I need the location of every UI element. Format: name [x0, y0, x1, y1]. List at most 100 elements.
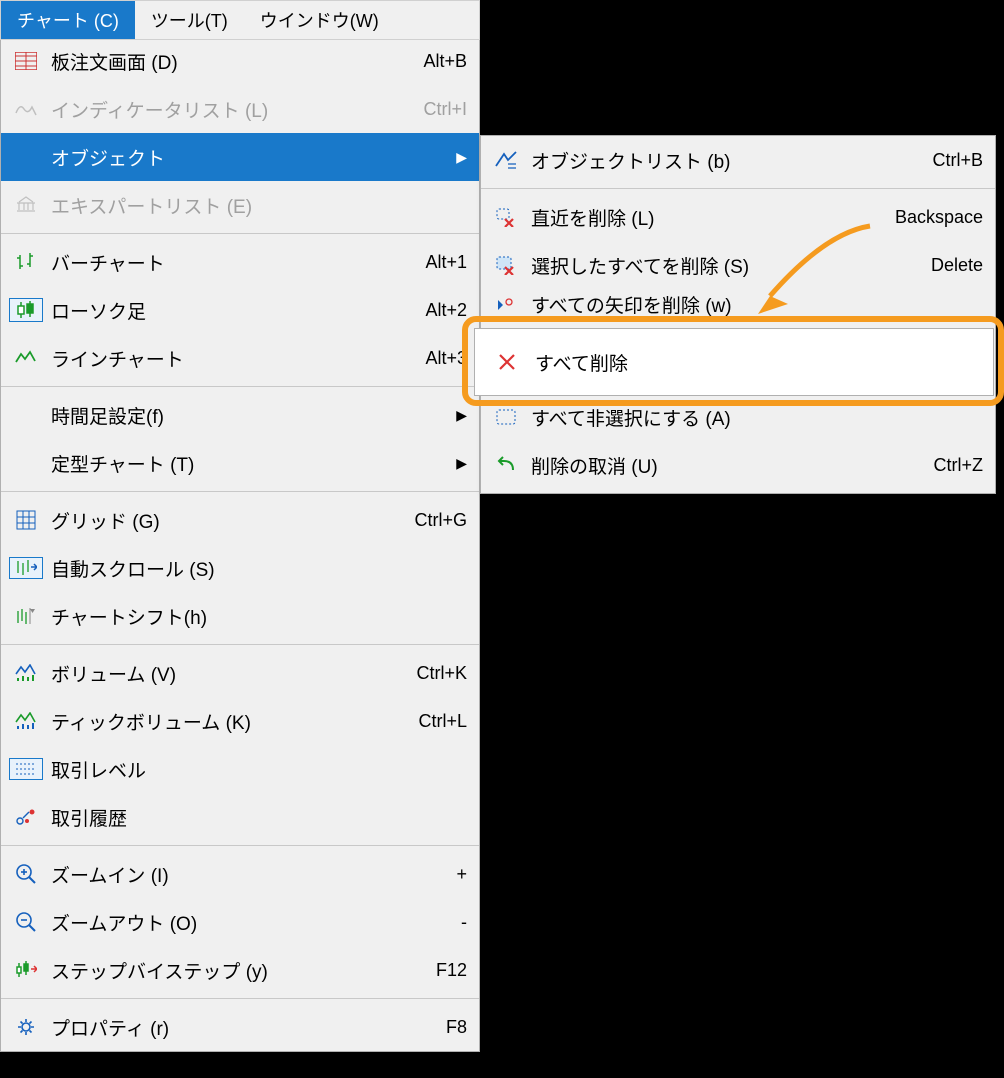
menu-separator	[1, 644, 479, 645]
menu-tick-volume[interactable]: ティックボリューム (K) Ctrl+L	[1, 697, 479, 745]
menu-line-chart[interactable]: ラインチャート Alt+3	[1, 334, 479, 382]
menu-candlestick[interactable]: ローソク足 Alt+2	[1, 286, 479, 334]
submenu-delete-selected[interactable]: 選択したすべてを削除 (S) Delete	[481, 241, 995, 289]
submenu-delete-recent-shortcut: Backspace	[885, 207, 983, 228]
menu-indicator-list-shortcut: Ctrl+I	[413, 99, 467, 120]
auto-scroll-icon	[9, 557, 43, 579]
menu-properties[interactable]: プロパティ (r) F8	[1, 1003, 479, 1051]
volume-icon	[9, 664, 43, 682]
menubar-chart-label: チャート (C)	[17, 11, 119, 31]
submenu-deselect-all[interactable]: すべて非選択にする (A)	[481, 393, 995, 441]
submenu-undo-delete[interactable]: 削除の取消 (U) Ctrl+Z	[481, 441, 995, 489]
menu-zoom-in-shortcut: +	[446, 864, 467, 885]
menu-grid[interactable]: グリッド (G) Ctrl+G	[1, 496, 479, 544]
menu-bar-chart[interactable]: バーチャート Alt+1	[1, 238, 479, 286]
menu-separator	[481, 188, 995, 189]
menu-template[interactable]: 定型チャート (T) ▶	[1, 439, 479, 487]
menu-objects[interactable]: オブジェクト ▶	[1, 133, 479, 181]
menu-properties-label: プロパティ (r)	[43, 1014, 436, 1041]
menu-order-screen-shortcut: Alt+B	[413, 51, 467, 72]
menu-timeframe-label: 時間足設定(f)	[43, 402, 446, 429]
menu-auto-scroll-label: 自動スクロール (S)	[43, 555, 467, 582]
menu-zoom-out-label: ズームアウト (O)	[43, 909, 451, 936]
menu-order-screen-label: 板注文画面 (D)	[43, 48, 413, 75]
submenu-delete-all-label: すべて削除	[517, 349, 981, 376]
menu-step-by-step[interactable]: ステップバイステップ (y) F12	[1, 946, 479, 994]
menu-tick-volume-label: ティックボリューム (K)	[43, 708, 408, 735]
menu-volume-shortcut: Ctrl+K	[406, 663, 467, 684]
menu-expert-list: エキスパートリスト (E)	[1, 181, 479, 229]
menu-zoom-in[interactable]: ズームイン (I) +	[1, 850, 479, 898]
delete-arrows-icon	[489, 297, 523, 311]
menu-line-chart-label: ラインチャート	[43, 345, 415, 372]
menu-trade-level[interactable]: 取引レベル	[1, 745, 479, 793]
menu-trade-history[interactable]: 取引履歴	[1, 793, 479, 841]
menubar-tools[interactable]: ツール(T)	[135, 1, 244, 39]
menu-separator	[1, 998, 479, 999]
delete-all-icon	[483, 352, 517, 372]
menu-bar-chart-shortcut: Alt+1	[415, 252, 467, 273]
menu-grid-shortcut: Ctrl+G	[404, 510, 467, 531]
menubar: チャート (C) ツール(T) ウインドウ(W)	[0, 0, 480, 40]
menu-objects-label: オブジェクト	[43, 144, 446, 171]
objects-submenu: オブジェクトリスト (b) Ctrl+B 直近を削除 (L) Backspace…	[480, 135, 996, 494]
zoom-in-icon	[9, 863, 43, 885]
menu-separator	[1, 491, 479, 492]
zoom-out-icon	[9, 911, 43, 933]
submenu-delete-arrows[interactable]: すべての矢印を削除 (w)	[481, 289, 995, 319]
menu-line-chart-shortcut: Alt+3	[415, 348, 467, 369]
chart-shift-icon	[9, 607, 43, 625]
order-book-icon	[9, 52, 43, 70]
menu-grid-label: グリッド (G)	[43, 507, 404, 534]
menu-auto-scroll[interactable]: 自動スクロール (S)	[1, 544, 479, 592]
expert-icon	[9, 196, 43, 214]
menu-step-by-step-label: ステップバイステップ (y)	[43, 957, 426, 984]
candlestick-icon	[9, 298, 43, 322]
submenu-object-list-shortcut: Ctrl+B	[922, 150, 983, 171]
delete-recent-icon	[489, 207, 523, 227]
menu-indicator-list: インディケータリスト (L) Ctrl+I	[1, 85, 479, 133]
submenu-undo-delete-label: 削除の取消 (U)	[523, 452, 924, 479]
submenu-deselect-all-label: すべて非選択にする (A)	[523, 404, 983, 431]
submenu-object-list[interactable]: オブジェクトリスト (b) Ctrl+B	[481, 136, 995, 184]
indicator-icon	[9, 101, 43, 117]
menu-expert-list-label: エキスパートリスト (E)	[43, 192, 467, 219]
menu-volume[interactable]: ボリューム (V) Ctrl+K	[1, 649, 479, 697]
undo-icon	[489, 456, 523, 474]
menu-properties-shortcut: F8	[436, 1017, 467, 1038]
menu-chart-shift-label: チャートシフト(h)	[43, 603, 467, 630]
menu-chart-shift[interactable]: チャートシフト(h)	[1, 592, 479, 640]
submenu-arrow-icon: ▶	[446, 149, 467, 166]
menu-timeframe[interactable]: 時間足設定(f) ▶	[1, 391, 479, 439]
menu-zoom-out-shortcut: -	[451, 912, 467, 933]
submenu-delete-recent[interactable]: 直近を削除 (L) Backspace	[481, 193, 995, 241]
tick-volume-icon	[9, 712, 43, 730]
chart-menu-dropdown: 板注文画面 (D) Alt+B インディケータリスト (L) Ctrl+I オブ…	[0, 36, 480, 1052]
menu-separator	[1, 233, 479, 234]
menu-step-by-step-shortcut: F12	[426, 960, 467, 981]
delete-selected-icon	[489, 255, 523, 275]
menu-separator	[1, 845, 479, 846]
trade-history-icon	[9, 808, 43, 826]
menu-order-screen[interactable]: 板注文画面 (D) Alt+B	[1, 37, 479, 85]
submenu-delete-all[interactable]: すべて削除	[474, 328, 994, 396]
menu-volume-label: ボリューム (V)	[43, 660, 406, 687]
menu-zoom-in-label: ズームイン (I)	[43, 861, 446, 888]
menu-trade-level-label: 取引レベル	[43, 756, 467, 783]
gear-icon	[9, 1016, 43, 1038]
menu-tick-volume-shortcut: Ctrl+L	[408, 711, 467, 732]
menu-trade-history-label: 取引履歴	[43, 804, 467, 831]
grid-icon	[9, 510, 43, 530]
menubar-window-label: ウインドウ(W)	[260, 11, 379, 31]
menu-indicator-list-label: インディケータリスト (L)	[43, 96, 413, 123]
submenu-arrow-icon: ▶	[446, 455, 467, 472]
menubar-window[interactable]: ウインドウ(W)	[244, 1, 395, 39]
submenu-delete-selected-label: 選択したすべてを削除 (S)	[523, 252, 921, 279]
line-chart-icon	[9, 350, 43, 366]
menubar-tools-label: ツール(T)	[151, 11, 228, 31]
step-icon	[9, 960, 43, 980]
trade-level-icon	[9, 758, 43, 780]
submenu-object-list-label: オブジェクトリスト (b)	[523, 147, 922, 174]
menu-zoom-out[interactable]: ズームアウト (O) -	[1, 898, 479, 946]
menubar-chart[interactable]: チャート (C)	[1, 1, 135, 39]
